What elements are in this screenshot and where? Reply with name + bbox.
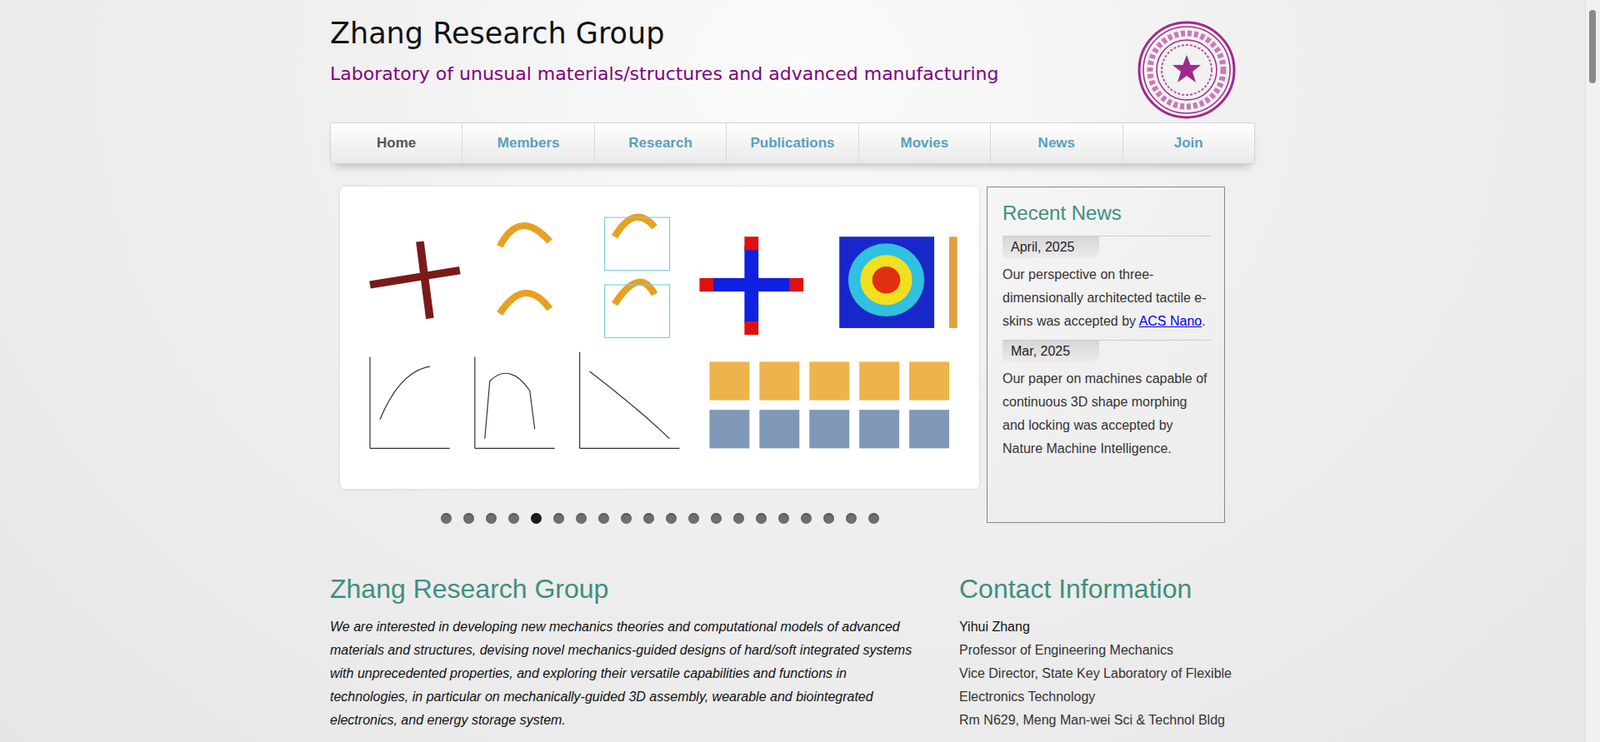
hero-row: Recent News April, 2025 Our perspective on… <box>330 186 1255 525</box>
slide-dot[interactable] <box>665 513 677 525</box>
scrollbar-thumb[interactable] <box>1589 10 1596 84</box>
slide-dot[interactable] <box>643 513 655 525</box>
slide-dot[interactable] <box>755 513 767 525</box>
contact-line: Rm N629, Meng Man-wei Sci & Technol Bldg <box>959 709 1255 733</box>
news-item: Mar, 2025 Our paper on machines capable o… <box>1002 340 1211 461</box>
news-text: Our perspective on three-dimensionally a… <box>1002 263 1211 334</box>
about-title: Zhang Research Group <box>330 572 923 606</box>
contact-title: Contact Information <box>959 572 1255 606</box>
slide-dot[interactable] <box>688 513 700 525</box>
bottom-row: Zhang Research Group We are interested in… <box>330 572 1255 733</box>
news-text-part: . <box>1201 314 1205 329</box>
site-title[interactable]: Zhang Research Group <box>330 15 999 52</box>
recent-news: Recent News April, 2025 Our perspective on… <box>986 186 1225 524</box>
header: Zhang Research Group Laboratory of unusua… <box>330 0 1255 123</box>
page: Zhang Research Group Laboratory of unusua… <box>0 0 1585 742</box>
slide-dot[interactable] <box>778 513 790 525</box>
scrollbar[interactable] <box>1585 0 1600 742</box>
about-section: Zhang Research Group We are interested in… <box>330 572 923 733</box>
slide-dot[interactable] <box>823 513 835 525</box>
slide-dot[interactable] <box>485 513 497 525</box>
slide-dot[interactable] <box>733 513 745 525</box>
news-date: April, 2025 <box>1002 236 1100 259</box>
nav-item[interactable]: Join <box>1123 123 1255 164</box>
news-link[interactable]: ACS Nano <box>1139 314 1203 329</box>
slide-dot[interactable] <box>575 513 587 525</box>
slide-dot[interactable] <box>845 513 857 525</box>
contact-section: Contact Information Yihui ZhangProfessor … <box>959 572 1255 733</box>
slide-dot[interactable] <box>598 513 610 525</box>
main-nav: HomeMembersResearchPublicationsMoviesNew… <box>330 122 1255 165</box>
nav-item[interactable]: News <box>990 123 1123 164</box>
contact-line: Vice Director, State Key Laboratory of F… <box>959 662 1255 710</box>
slide-dot[interactable] <box>868 513 880 525</box>
slide-dot[interactable] <box>440 513 452 525</box>
slideshow <box>340 186 980 525</box>
slide-dot[interactable] <box>553 513 565 525</box>
university-seal-icon <box>1136 20 1237 120</box>
contact-line: Professor of Engineering Mechanics <box>959 639 1255 663</box>
slide-dot[interactable] <box>620 513 632 525</box>
nav-item[interactable]: Research <box>595 123 727 164</box>
nav-item[interactable]: Publications <box>726 123 859 164</box>
slide-dot[interactable] <box>463 513 475 525</box>
news-text: Our paper on machines capable of continu… <box>1002 367 1211 461</box>
nav-item[interactable]: Home <box>330 123 463 164</box>
slide-dots <box>340 513 980 525</box>
figure-image-icon <box>350 198 970 478</box>
news-item: April, 2025 Our perspective on three-dime… <box>1002 235 1211 334</box>
news-title: Recent News <box>1002 200 1211 226</box>
nav-item[interactable]: Members <box>462 123 595 164</box>
site-subtitle: Laboratory of unusual materials/structur… <box>330 61 999 87</box>
slide-dot[interactable] <box>800 513 812 525</box>
browser-page: Zhang Research Group Laboratory of unusua… <box>0 0 1600 742</box>
container: Zhang Research Group Laboratory of unusua… <box>330 0 1255 733</box>
slide-dot[interactable] <box>508 513 520 525</box>
news-date: Mar, 2025 <box>1002 340 1100 363</box>
about-text: We are interested in developing new mech… <box>330 615 923 733</box>
contact-name: Yihui Zhang <box>959 615 1255 640</box>
nav-item[interactable]: Movies <box>859 123 991 164</box>
slide-dot[interactable] <box>710 513 722 525</box>
news-text-part: Our paper on machines capable of continu… <box>1002 371 1207 456</box>
header-titles: Zhang Research Group Laboratory of unusua… <box>330 15 999 87</box>
slide-figure[interactable] <box>340 186 980 490</box>
slide-dot[interactable] <box>530 513 542 525</box>
